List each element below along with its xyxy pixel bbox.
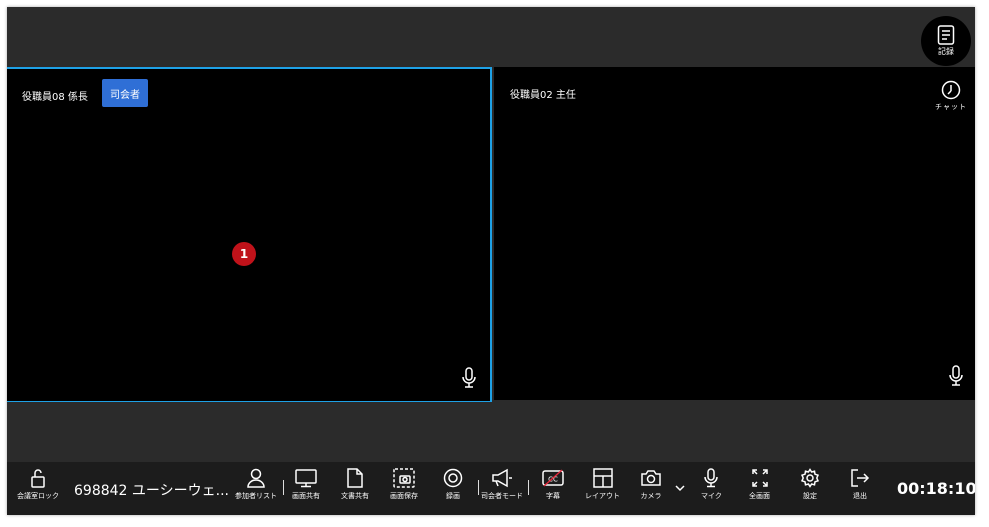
meeting-toolbar: 会議室ロック 698842 ユーシーウェ... 参加者リスト 画面共有 文書共有…	[7, 462, 975, 515]
mic-button[interactable]: マイク	[701, 468, 722, 501]
minutes-button[interactable]: 記録	[921, 16, 971, 66]
megaphone-icon	[491, 468, 513, 488]
participant-name: 役職員02 主任	[510, 90, 576, 101]
person-icon	[246, 468, 266, 488]
participant-name: 役職員08 係長	[22, 92, 88, 103]
meeting-timer: 00:18:10	[897, 479, 975, 498]
meeting-id: 698842 ユーシーウェ...	[74, 483, 229, 499]
document-share-label: 文書共有	[341, 492, 369, 500]
meeting-window: 記録 役職員08 係長 司会者 1 役職員02 主任 チャット 会議室ロック 6…	[7, 7, 975, 515]
minutes-label: 記録	[938, 47, 954, 56]
closed-caption-icon: CC	[542, 468, 564, 488]
document-share-button[interactable]: 文書共有	[341, 468, 369, 501]
layout-icon	[592, 468, 613, 488]
mic-label: マイク	[701, 492, 722, 500]
layout-label: レイアウト	[585, 492, 620, 500]
video-tile[interactable]: 役職員02 主任 チャット	[494, 67, 975, 400]
layout-button[interactable]: レイアウト	[585, 468, 620, 501]
fullscreen-label: 全画面	[749, 492, 770, 500]
caption-button[interactable]: CC 字幕	[542, 468, 564, 501]
svg-text:CC: CC	[548, 476, 558, 484]
camera-label: カメラ	[640, 492, 662, 500]
room-lock-label: 会議室ロック	[17, 492, 59, 500]
toolbar-divider	[528, 480, 529, 495]
record-icon	[443, 468, 463, 488]
toolbar-divider	[478, 480, 479, 495]
participant-index-badge: 1	[232, 242, 256, 266]
screen-share-button[interactable]: 画面共有	[292, 468, 320, 501]
monitor-icon	[295, 468, 317, 488]
chevron-down-icon[interactable]	[675, 484, 685, 492]
fullscreen-button[interactable]: 全画面	[749, 468, 770, 501]
chat-icon	[941, 80, 961, 100]
gear-icon	[800, 468, 820, 488]
chat-label: チャット	[935, 103, 967, 111]
settings-button[interactable]: 設定	[800, 468, 820, 501]
top-strip: 記録	[7, 7, 975, 67]
chat-button[interactable]: チャット	[931, 80, 971, 112]
camera-button[interactable]: カメラ	[640, 468, 662, 501]
microphone-icon	[461, 367, 477, 389]
unlock-icon	[31, 468, 45, 488]
exit-icon	[850, 468, 870, 488]
exit-label: 退出	[853, 492, 867, 500]
screen-share-label: 画面共有	[292, 492, 320, 500]
host-badge: 司会者	[102, 79, 148, 107]
participants-label: 参加者リスト	[235, 492, 277, 500]
microphone-icon	[948, 365, 964, 387]
file-icon	[347, 468, 363, 488]
video-tile-active[interactable]: 役職員08 係長 司会者 1	[7, 67, 492, 403]
caption-label: 字幕	[546, 492, 560, 500]
record-label: 録画	[446, 492, 460, 500]
fullscreen-icon	[751, 468, 769, 488]
exit-button[interactable]: 退出	[850, 468, 870, 501]
host-mode-button[interactable]: 司会者モード	[481, 468, 523, 501]
document-icon	[937, 25, 955, 45]
screen-save-label: 画面保存	[390, 492, 418, 500]
camera-icon	[640, 468, 662, 488]
toolbar-divider	[283, 480, 284, 495]
participants-button[interactable]: 参加者リスト	[235, 468, 277, 501]
settings-label: 設定	[803, 492, 817, 500]
record-button[interactable]: 録画	[443, 468, 463, 501]
screenshot-icon	[393, 468, 415, 488]
host-mode-label: 司会者モード	[481, 492, 523, 500]
microphone-icon	[703, 468, 719, 488]
empty-area	[7, 402, 975, 462]
room-lock-button[interactable]: 会議室ロック	[17, 468, 59, 501]
screen-save-button[interactable]: 画面保存	[390, 468, 418, 501]
